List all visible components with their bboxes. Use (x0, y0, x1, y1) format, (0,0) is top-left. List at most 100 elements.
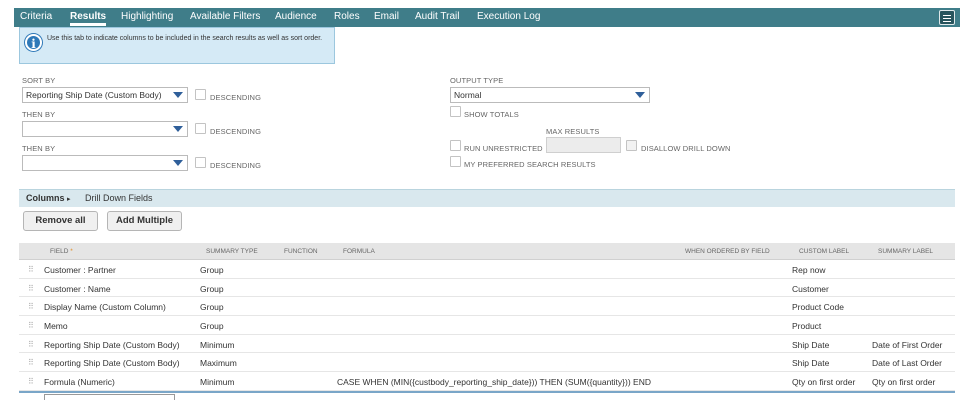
chevron-down-icon (173, 126, 183, 132)
table-row[interactable]: ⠿ Display Name (Custom Column) Group Pro… (19, 297, 955, 317)
subtab-columns[interactable]: Columns ▸ (26, 193, 71, 203)
run-unrestricted-label: RUN UNRESTRICTED (464, 144, 543, 153)
cell-summary-label: Date of Last Order (872, 358, 942, 369)
output-type-label: OUTPUT TYPE (450, 76, 504, 85)
new-row-editor[interactable] (19, 390, 955, 400)
drag-handle-icon[interactable]: ⠿ (28, 321, 34, 330)
subtab-bar: Columns ▸ Drill Down Fields (19, 189, 955, 207)
menu-icon[interactable] (939, 10, 955, 25)
tab-execution-log[interactable]: Execution Log (477, 11, 540, 22)
cell-summary-label: Date of First Order (872, 339, 943, 350)
chevron-down-icon (173, 92, 183, 98)
cell-field: Reporting Ship Date (Custom Body) (44, 358, 180, 369)
drag-handle-icon[interactable]: ⠿ (28, 358, 34, 367)
action-bar: Remove all Add Multiple (19, 207, 955, 235)
max-results-label: MAX RESULTS (546, 127, 600, 136)
cell-custom-label: Rep now (792, 265, 826, 275)
cell-field: Formula (Numeric) (44, 377, 115, 388)
table-row[interactable]: ⠿ Customer : Partner Group Rep now (19, 260, 955, 279)
sort-by-label: SORT BY (22, 76, 56, 85)
table-row[interactable]: ⠿ Memo Group Product (19, 316, 955, 335)
cell-field: Memo (44, 321, 68, 332)
cell-custom-label: Product Code (792, 302, 844, 313)
table-header: FIELD * SUMMARY TYPE FUNCTION FORMULA WH… (19, 243, 955, 260)
drag-handle-icon[interactable]: ⠿ (28, 302, 34, 311)
drag-handle-icon[interactable]: ⠿ (28, 265, 34, 274)
info-icon: i (25, 34, 42, 51)
tab-criteria[interactable]: Criteria (20, 11, 52, 22)
my-preferred-label: MY PREFERRED SEARCH RESULTS (464, 160, 596, 169)
cell-summary-type: Maximum (200, 358, 237, 369)
header-field: FIELD * (50, 248, 73, 255)
chevron-down-icon (635, 92, 645, 98)
subtab-drill-down-fields[interactable]: Drill Down Fields (85, 193, 153, 203)
output-type-value: Normal (454, 90, 482, 100)
cell-summary-label: Qty on first order (872, 377, 936, 388)
new-field-input[interactable] (44, 393, 175, 400)
chevron-down-icon (173, 160, 183, 166)
header-when-ordered: WHEN ORDERED BY FIELD (685, 248, 770, 255)
header-custom-label: CUSTOM LABEL (799, 248, 850, 255)
tab-audience[interactable]: Audience (275, 11, 317, 22)
max-results-input[interactable] (546, 137, 621, 153)
cell-summary-type: Minimum (200, 377, 235, 388)
then-by-label-1: THEN BY (22, 110, 56, 119)
cell-field: Display Name (Custom Column) (44, 302, 166, 313)
tab-email[interactable]: Email (374, 11, 399, 22)
cell-custom-label: Ship Date (792, 358, 830, 369)
my-preferred-checkbox[interactable] (450, 156, 461, 167)
cell-field: Customer : Partner (44, 265, 116, 275)
table-row[interactable]: ⠿ Formula (Numeric) Minimum CASE WHEN (M… (19, 372, 955, 391)
then-by-select-2[interactable] (22, 155, 188, 171)
descending-checkbox-3[interactable] (195, 157, 206, 168)
run-unrestricted-checkbox[interactable] (450, 140, 461, 151)
then-by-label-2: THEN BY (22, 144, 56, 153)
header-formula: FORMULA (343, 248, 375, 255)
tab-results[interactable]: Results (70, 11, 107, 26)
disallow-drill-down-checkbox[interactable] (626, 140, 637, 151)
disallow-drill-down-label: DISALLOW DRILL DOWN (641, 144, 731, 153)
descending-label-3: DESCENDING (210, 161, 262, 170)
cell-field: Customer : Name (44, 283, 111, 294)
required-marker: * (70, 248, 73, 255)
header-field-label: FIELD (50, 248, 69, 255)
cell-custom-label: Qty on first order (792, 377, 856, 388)
descending-label-2: DESCENDING (210, 127, 262, 136)
table-row[interactable]: ⠿ Reporting Ship Date (Custom Body) Mini… (19, 334, 955, 354)
cell-custom-label: Ship Date (792, 339, 830, 350)
tab-roles[interactable]: Roles (334, 11, 360, 22)
descending-label-1: DESCENDING (210, 93, 262, 102)
remove-all-button[interactable]: Remove all (23, 211, 98, 231)
show-totals-label: SHOW TOTALS (464, 110, 519, 119)
then-by-select-1[interactable] (22, 121, 188, 137)
sort-by-select[interactable]: Reporting Ship Date (Custom Body) (22, 87, 188, 103)
chevron-right-icon: ▸ (67, 196, 71, 203)
drag-handle-icon[interactable]: ⠿ (28, 284, 34, 293)
header-summary-type: SUMMARY TYPE (206, 248, 258, 255)
header-function: FUNCTION (284, 248, 318, 255)
table-row[interactable]: ⠿ Customer : Name Group Customer (19, 278, 955, 298)
descending-checkbox-2[interactable] (195, 123, 206, 134)
show-totals-checkbox[interactable] (450, 106, 461, 117)
tab-bar: Criteria Results Highlighting Available … (14, 8, 960, 27)
info-box: i Use this tab to indicate columns to be… (19, 27, 335, 64)
cell-summary-type: Group (200, 302, 224, 313)
info-text: Use this tab to indicate columns to be i… (47, 35, 323, 42)
tab-available-filters[interactable]: Available Filters (190, 11, 260, 22)
output-type-select[interactable]: Normal (450, 87, 650, 103)
subtab-columns-label: Columns (26, 193, 65, 203)
drag-handle-icon[interactable]: ⠿ (28, 377, 34, 386)
cell-custom-label: Product (792, 321, 822, 332)
cell-summary-type: Minimum (200, 339, 235, 350)
header-summary-label: SUMMARY LABEL (878, 248, 934, 255)
tab-highlighting[interactable]: Highlighting (121, 11, 173, 22)
add-multiple-button[interactable]: Add Multiple (107, 211, 182, 231)
table-row[interactable]: ⠿ Reporting Ship Date (Custom Body) Maxi… (19, 353, 955, 373)
tab-audit-trail[interactable]: Audit Trail (415, 11, 459, 22)
descending-checkbox-1[interactable] (195, 89, 206, 100)
sort-by-value: Reporting Ship Date (Custom Body) (26, 90, 162, 100)
cell-summary-type: Group (200, 283, 224, 294)
drag-handle-icon[interactable]: ⠿ (28, 340, 34, 349)
cell-field: Reporting Ship Date (Custom Body) (44, 339, 180, 350)
cell-summary-type: Group (200, 321, 224, 332)
